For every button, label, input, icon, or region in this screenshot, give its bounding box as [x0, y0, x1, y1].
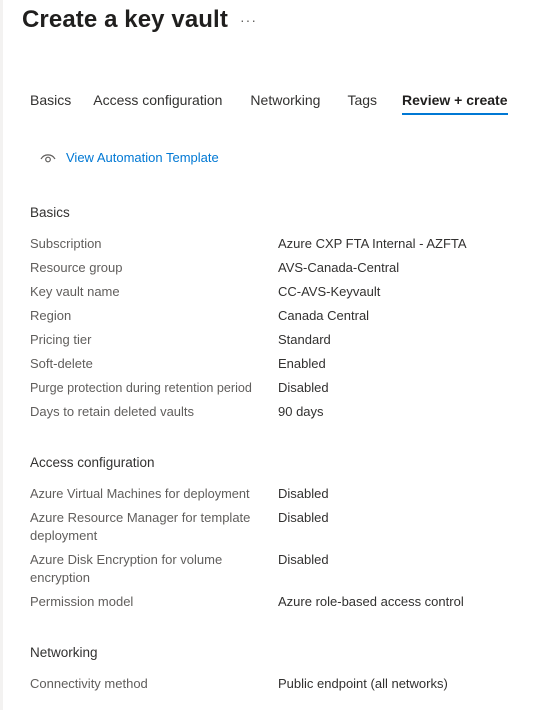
tab-basics[interactable]: Basics — [30, 92, 71, 115]
row-value: Disabled — [278, 380, 329, 395]
row-label: Azure Resource Manager for template depl… — [30, 510, 251, 543]
more-options-icon[interactable]: ··· — [240, 12, 257, 28]
row-label: Permission model — [30, 594, 134, 609]
row-label: Azure Virtual Machines for deployment — [30, 486, 250, 501]
row-value: Disabled — [278, 552, 329, 567]
row-label: Pricing tier — [30, 332, 92, 347]
row-value: Canada Central — [278, 308, 370, 323]
row-value: AVS-Canada-Central — [278, 260, 400, 275]
row-label: Resource group — [30, 260, 123, 275]
row-value: Standard — [278, 332, 331, 347]
row-label: Purge protection during retention period — [30, 381, 252, 395]
section-title-networking: Networking — [30, 645, 98, 660]
tab-networking[interactable]: Networking — [250, 92, 320, 115]
row-value: Azure CXP FTA Internal - AZFTA — [278, 236, 467, 251]
page-title: Create a key vault — [22, 6, 228, 33]
row-value: Public endpoint (all networks) — [278, 676, 448, 691]
row-label: Subscription — [30, 236, 102, 251]
row-label: Days to retain deleted vaults — [30, 404, 195, 419]
eye-icon — [40, 153, 56, 162]
row-label: Region — [30, 308, 72, 323]
view-automation-template-link[interactable]: View Automation Template — [40, 150, 219, 165]
view-automation-template-label[interactable]: View Automation Template — [66, 150, 219, 165]
row-value: Azure role-based access control — [278, 594, 464, 609]
tab-tags[interactable]: Tags — [347, 92, 377, 115]
section-title-basics: Basics — [30, 205, 70, 220]
row-value: CC-AVS-Keyvault — [278, 284, 381, 299]
row-value: Disabled — [278, 486, 329, 501]
row-value: Enabled — [278, 356, 326, 371]
tab-review-create[interactable]: Review + create — [402, 92, 508, 115]
left-border — [0, 0, 3, 710]
row-label: Connectivity method — [30, 676, 148, 691]
row-label: Soft-delete — [30, 356, 93, 371]
tab-access-configuration[interactable]: Access configuration — [93, 92, 222, 115]
row-label: Key vault name — [30, 284, 120, 299]
row-value: Disabled — [278, 510, 329, 525]
row-value: 90 days — [278, 404, 324, 419]
tab-bar: Basics Access configuration Networking T… — [30, 92, 508, 115]
section-title-access-configuration: Access configuration — [30, 455, 155, 470]
row-label: Azure Disk Encryption for volume encrypt… — [30, 552, 223, 585]
